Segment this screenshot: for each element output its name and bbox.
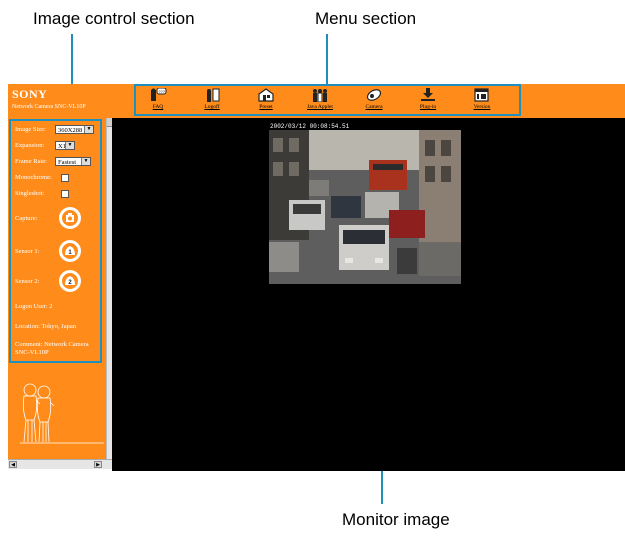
java-applet-icon [313, 89, 327, 102]
monitor-area: 2002/03/12 00:08:54.51 [112, 118, 625, 471]
image-size-label: Image Size: [15, 126, 46, 133]
plugin-icon [421, 88, 435, 101]
location-text: Location: Tokyo, Japan [15, 323, 76, 330]
capture-label: Capture: [15, 215, 38, 222]
menu-item-label: Preset [259, 104, 273, 110]
menu-item-logoff[interactable]: Logoff [190, 88, 234, 110]
leader-line-menu [326, 34, 328, 86]
sensor2-button[interactable]: 2 [59, 270, 81, 292]
menu-item-java-applet[interactable]: Java Applet [298, 88, 342, 110]
sensor-bell-icon: 1 [65, 246, 75, 256]
street-scene-image [269, 130, 461, 284]
expansion-select[interactable]: X1 ▼ [55, 141, 75, 150]
menu-item-label: Logoff [204, 104, 220, 110]
brand-logo: SONY [12, 87, 48, 101]
faq-icon: ??? [151, 88, 167, 101]
sensor1-button[interactable]: 1 [59, 240, 81, 262]
scroll-left-arrow-icon[interactable]: ◀ [9, 461, 17, 468]
sensor2-label: Sensor 2: [15, 278, 40, 285]
people-illustration [20, 383, 104, 444]
menu-item-preset[interactable]: Preset [244, 88, 288, 110]
chevron-down-icon: ▼ [84, 126, 93, 133]
menu-item-plugin[interactable]: Plug-in [406, 88, 450, 110]
scroll-right-arrow-icon[interactable]: ▶ [94, 461, 102, 468]
model-name: Network Camera SNC-VL10P [12, 104, 86, 110]
callout-menu: Menu section [315, 9, 417, 28]
logoff-icon [207, 88, 220, 102]
callout-image-control: Image control section [33, 9, 195, 28]
capture-button[interactable] [59, 207, 81, 229]
sidebar: Image Size: 360X288 ▼ Expansion: X1 ▼ Fr… [8, 118, 106, 459]
menu-item-label: Version [473, 104, 491, 110]
header-bar: SONY Network Camera SNC-VL10P ??? FAQ Lo… [8, 84, 625, 118]
svg-text:???: ??? [158, 89, 165, 94]
menu-item-camera[interactable]: Camera [352, 88, 396, 110]
browser-app: SONY Network Camera SNC-VL10P ??? FAQ Lo… [8, 84, 625, 471]
logon-user-text: Logon User: 2 [15, 303, 53, 310]
frame-rate-label: Frame Rate: [15, 158, 47, 165]
sensor1-label: Sensor 1: [15, 248, 40, 255]
frame-rate-value: Fastest [58, 159, 77, 166]
menu-item-faq[interactable]: ??? FAQ [136, 88, 180, 110]
timestamp-overlay: 2002/03/12 00:08:54.51 [270, 123, 350, 130]
frame-rate-select[interactable]: Fastest ▼ [55, 157, 91, 166]
image-control-section: Image Size: 360X288 ▼ Expansion: X1 ▼ Fr… [9, 119, 102, 363]
menu-item-label: FAQ [152, 104, 164, 110]
comment-text: Comment: Network Camera SNC-VL10P [15, 341, 89, 356]
chevron-down-icon: ▼ [65, 142, 74, 149]
menu-item-label: Plug-in [419, 104, 437, 110]
monitor-image[interactable] [269, 130, 461, 284]
menu-item-version[interactable]: Version [460, 88, 504, 110]
menu-section: ??? FAQ Logoff Preset Java Applet Camera… [134, 84, 521, 116]
sensor-bell-icon: 2 [65, 276, 75, 286]
callout-monitor: Monitor image [342, 510, 450, 529]
singleshot-label: Singleshot: [15, 190, 45, 197]
image-size-select[interactable]: 360X288 ▼ [55, 125, 94, 134]
expansion-label: Expansion: [15, 142, 45, 149]
menu-item-label: Camera [365, 104, 383, 110]
menu-item-label: Java Applet [307, 104, 333, 110]
capture-icon [66, 213, 74, 222]
version-icon [474, 88, 489, 102]
singleshot-checkbox[interactable] [61, 190, 69, 198]
sidebar-horizontal-scrollbar[interactable]: ◀ ▶ [8, 459, 112, 469]
preset-icon [258, 88, 274, 102]
monochrome-label: Monochrome: [15, 174, 52, 181]
image-size-value: 360X288 [58, 127, 83, 134]
camera-icon [366, 89, 382, 101]
monochrome-checkbox[interactable] [61, 174, 69, 182]
chevron-down-icon: ▼ [81, 158, 90, 165]
